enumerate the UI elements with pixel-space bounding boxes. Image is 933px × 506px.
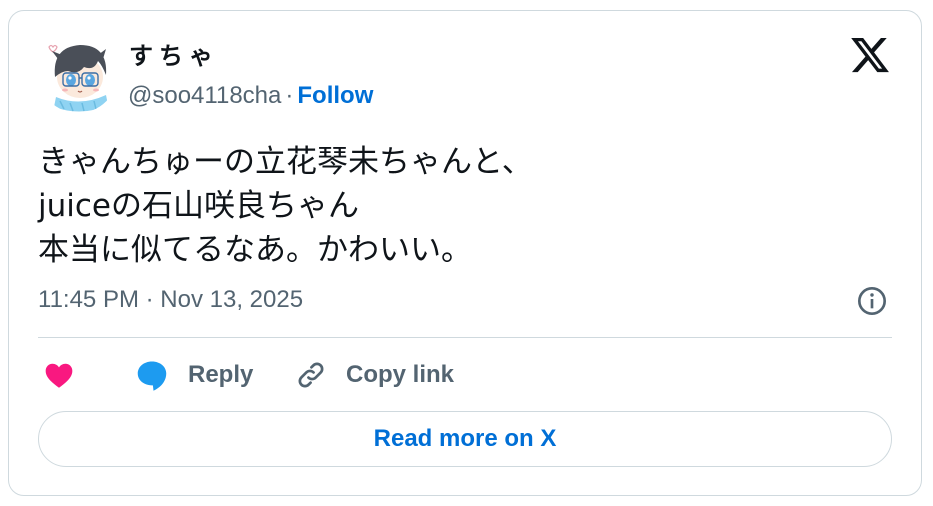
info-icon[interactable] xyxy=(856,285,888,317)
read-more-button[interactable]: Read more on X xyxy=(38,411,892,467)
x-logo-icon[interactable] xyxy=(849,34,891,76)
tweet-text: きゃんちゅーの立花琴未ちゃんと、 juiceの石山咲良ちゃん 本当に似てるなあ。… xyxy=(38,140,898,272)
like-button[interactable] xyxy=(42,355,76,395)
author-display-name[interactable]: すちゃ xyxy=(129,36,219,71)
handle-separator: · xyxy=(285,82,294,109)
reply-label: Reply xyxy=(188,361,254,388)
reply-button[interactable]: Reply xyxy=(134,355,253,395)
follow-link[interactable]: Follow xyxy=(297,82,373,109)
heart-icon xyxy=(45,363,73,388)
copy-link-button[interactable]: Copy link xyxy=(294,355,454,395)
speech-bubble-icon xyxy=(137,361,167,391)
tweet-timestamp[interactable]: 11:45 PM · Nov 13, 2025 xyxy=(38,286,303,314)
anime-avatar-icon xyxy=(38,33,118,113)
link-icon xyxy=(298,362,324,388)
tweet-text-line: きゃんちゅーの立花琴未ちゃんと、 xyxy=(38,144,533,180)
author-avatar[interactable] xyxy=(38,33,118,113)
tweet-text-line: 本当に似てるなあ。かわいい。 xyxy=(38,232,472,268)
author-handle-row: @soo4118cha · Follow xyxy=(128,82,373,110)
copy-link-label: Copy link xyxy=(346,361,455,388)
divider xyxy=(38,337,892,338)
author-handle[interactable]: @soo4118cha xyxy=(128,82,281,109)
tweet-text-line: juiceの石山咲良ちゃん xyxy=(38,188,359,224)
